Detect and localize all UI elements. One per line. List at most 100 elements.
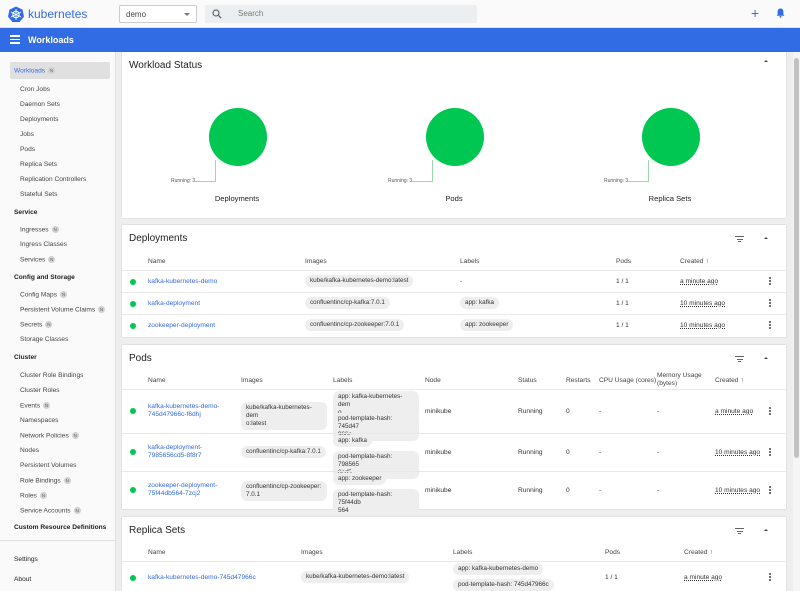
- sidebar-item-about[interactable]: About: [14, 576, 31, 583]
- sidebar-item-namespaces[interactable]: Namespaces: [0, 417, 116, 430]
- deployment-name-link[interactable]: kafka-deployment: [148, 300, 200, 307]
- sidebar-header-cluster[interactable]: Cluster: [14, 354, 37, 361]
- collapse-chevron-icon[interactable]: [764, 60, 768, 62]
- pod-name-link[interactable]: kafka-kubernetes-demo- 745d47966c-f6dhj: [148, 403, 219, 419]
- image-line: kube/kafka-kubernetes-dem: [246, 404, 312, 419]
- col-header-created[interactable]: Created ↑: [715, 377, 744, 384]
- sidebar-item-secrets[interactable]: Secrets N: [0, 321, 116, 334]
- filter-icon[interactable]: [735, 356, 744, 363]
- col-header-name[interactable]: Name: [148, 258, 166, 265]
- more-vert-icon[interactable]: [769, 407, 771, 415]
- sidebar-item-storage-classes[interactable]: Storage Classes: [0, 336, 116, 349]
- row-divider: [122, 471, 786, 472]
- sidebar-item-replication-controllers[interactable]: Replication Controllers: [0, 176, 116, 189]
- collapse-chevron-icon[interactable]: [764, 357, 768, 359]
- more-vert-icon[interactable]: [769, 448, 771, 456]
- sidebar-item-roles[interactable]: Roles N: [0, 492, 116, 505]
- deployments-chart-label: Deployments: [214, 194, 260, 203]
- sidebar-item-config-maps[interactable]: Config Maps N: [0, 291, 116, 304]
- sidebar-item-network-policies[interactable]: Network Policies N: [0, 432, 116, 445]
- more-vert-icon[interactable]: [769, 486, 771, 494]
- scrollbar[interactable]: [793, 52, 800, 591]
- sidebar-item-cluster-role-bindings[interactable]: Cluster Role Bindings: [0, 372, 116, 385]
- sidebar-item-jobs[interactable]: Jobs: [0, 131, 116, 144]
- deployment-name-link[interactable]: kafka-kubernetes-demo: [148, 278, 217, 285]
- pod-node: minikube: [425, 408, 452, 415]
- col-header-labels: Labels: [453, 549, 473, 556]
- label-chip: app: kafka-kubernetes-demo: [453, 563, 544, 575]
- menu-icon[interactable]: [10, 35, 20, 44]
- image-chip: confluentinc/cp-kafka:7.0.1: [305, 297, 390, 309]
- kubernetes-logo-icon[interactable]: [8, 6, 24, 22]
- page-title: Workloads: [28, 35, 74, 45]
- sidebar-item-ingresses[interactable]: Ingresses N: [0, 226, 116, 239]
- more-vert-icon[interactable]: [769, 277, 771, 285]
- pod-name-link[interactable]: kafka-deployment- 7985656cd5-8f8r7: [148, 444, 202, 460]
- pod-node: minikube: [425, 449, 452, 456]
- deployment-pods: 1 / 1: [616, 322, 629, 329]
- deployment-name-link[interactable]: zookeeper-deployment: [148, 322, 215, 329]
- sidebar-item-deployments[interactable]: Deployments: [0, 116, 116, 129]
- more-vert-icon[interactable]: [769, 321, 771, 329]
- search-input[interactable]: Search: [238, 9, 263, 18]
- brand-name[interactable]: kubernetes: [28, 7, 87, 21]
- sidebar-item-role-bindings[interactable]: Role Bindings N: [0, 477, 116, 490]
- sidebar-item-label: Events: [20, 402, 41, 410]
- pod-name-link[interactable]: zookeeper-deployment- 75f44db564-7zcj2: [148, 482, 217, 498]
- col-header-name[interactable]: Name: [148, 549, 166, 556]
- namespace-select[interactable]: demo: [119, 5, 197, 23]
- sidebar-item-stateful-sets[interactable]: Stateful Sets: [0, 191, 116, 204]
- sidebar-item-crd[interactable]: Custom Resource Definitions: [14, 524, 106, 531]
- sidebar-item-replica-sets[interactable]: Replica Sets: [0, 161, 116, 174]
- pods-title: Pods: [129, 353, 152, 364]
- replica-set-name-link[interactable]: kafka-kubernetes-demo-745d47966c: [148, 574, 256, 581]
- filter-icon[interactable]: [735, 236, 744, 243]
- image-chip: confluentinc/cp-kafka:7.0.1: [241, 446, 326, 458]
- pod-cpu: -: [599, 408, 602, 415]
- sidebar-item-ingress-classes[interactable]: Ingress Classes: [0, 241, 116, 254]
- sidebar-item-persistent-volumes[interactable]: Persistent Volumes: [0, 462, 116, 475]
- pod-node: minikube: [425, 487, 452, 494]
- running-status-icon: [130, 575, 136, 581]
- image-chip: confluentinc/cp-zookeeper:7.0.1: [305, 319, 405, 331]
- create-plus-icon[interactable]: +: [751, 6, 759, 20]
- bell-icon[interactable]: [776, 8, 785, 18]
- pod-name-line: 7985656cd5-8f8r7: [148, 452, 202, 459]
- label-chip: pod-template-hash: 75f44db 564: [333, 489, 419, 517]
- more-vert-icon[interactable]: [769, 299, 771, 307]
- deployment-pods: 1 / 1: [616, 300, 629, 307]
- sidebar-item-workloads[interactable]: Workloads N: [10, 62, 110, 79]
- sidebar-item-service-accounts[interactable]: Service Accounts N: [0, 507, 116, 520]
- col-header-created[interactable]: Created ↑: [680, 258, 709, 265]
- replica-sets-running-label: Running: 3: [604, 178, 629, 184]
- sidebar-header-service[interactable]: Service: [14, 209, 37, 216]
- scrollbar-thumb[interactable]: [794, 58, 799, 458]
- label-line: app: kafka-kubernetes-dem: [338, 393, 403, 408]
- collapse-chevron-icon[interactable]: [764, 237, 768, 239]
- col-header-labels: Labels: [460, 258, 480, 265]
- sidebar-item-pods[interactable]: Pods: [0, 146, 116, 159]
- filter-icon[interactable]: [735, 528, 744, 535]
- col-header-name[interactable]: Name: [148, 377, 166, 384]
- namespaced-badge-icon: N: [39, 492, 47, 499]
- collapse-chevron-icon[interactable]: [764, 529, 768, 531]
- col-header-pods: Pods: [605, 549, 621, 556]
- label-line: 564: [338, 507, 349, 514]
- sidebar-item-events[interactable]: Events N: [0, 402, 116, 415]
- col-header-label: Created: [715, 377, 739, 384]
- sidebar-item-cluster-roles[interactable]: Cluster Roles: [0, 387, 116, 400]
- image-line: o:latest: [246, 420, 267, 427]
- sidebar-header-config-storage[interactable]: Config and Storage: [14, 274, 75, 281]
- running-status-icon: [130, 301, 136, 307]
- sidebar-item-settings[interactable]: Settings: [14, 556, 38, 563]
- sidebar-item-nodes[interactable]: Nodes: [0, 447, 116, 460]
- sidebar-item-services[interactable]: Services N: [0, 256, 116, 269]
- sidebar-item-cron-jobs[interactable]: Cron Jobs: [0, 86, 116, 99]
- more-vert-icon[interactable]: [769, 573, 771, 581]
- col-header-created[interactable]: Created ↑: [684, 549, 713, 556]
- sidebar-item-persistent-volume-claims[interactable]: Persistent Volume Claims N: [0, 306, 116, 319]
- search-bar[interactable]: Search: [205, 5, 477, 23]
- pod-restarts: 0: [566, 487, 570, 494]
- pod-memory: -: [657, 408, 660, 415]
- sidebar-item-daemon-sets[interactable]: Daemon Sets: [0, 101, 116, 114]
